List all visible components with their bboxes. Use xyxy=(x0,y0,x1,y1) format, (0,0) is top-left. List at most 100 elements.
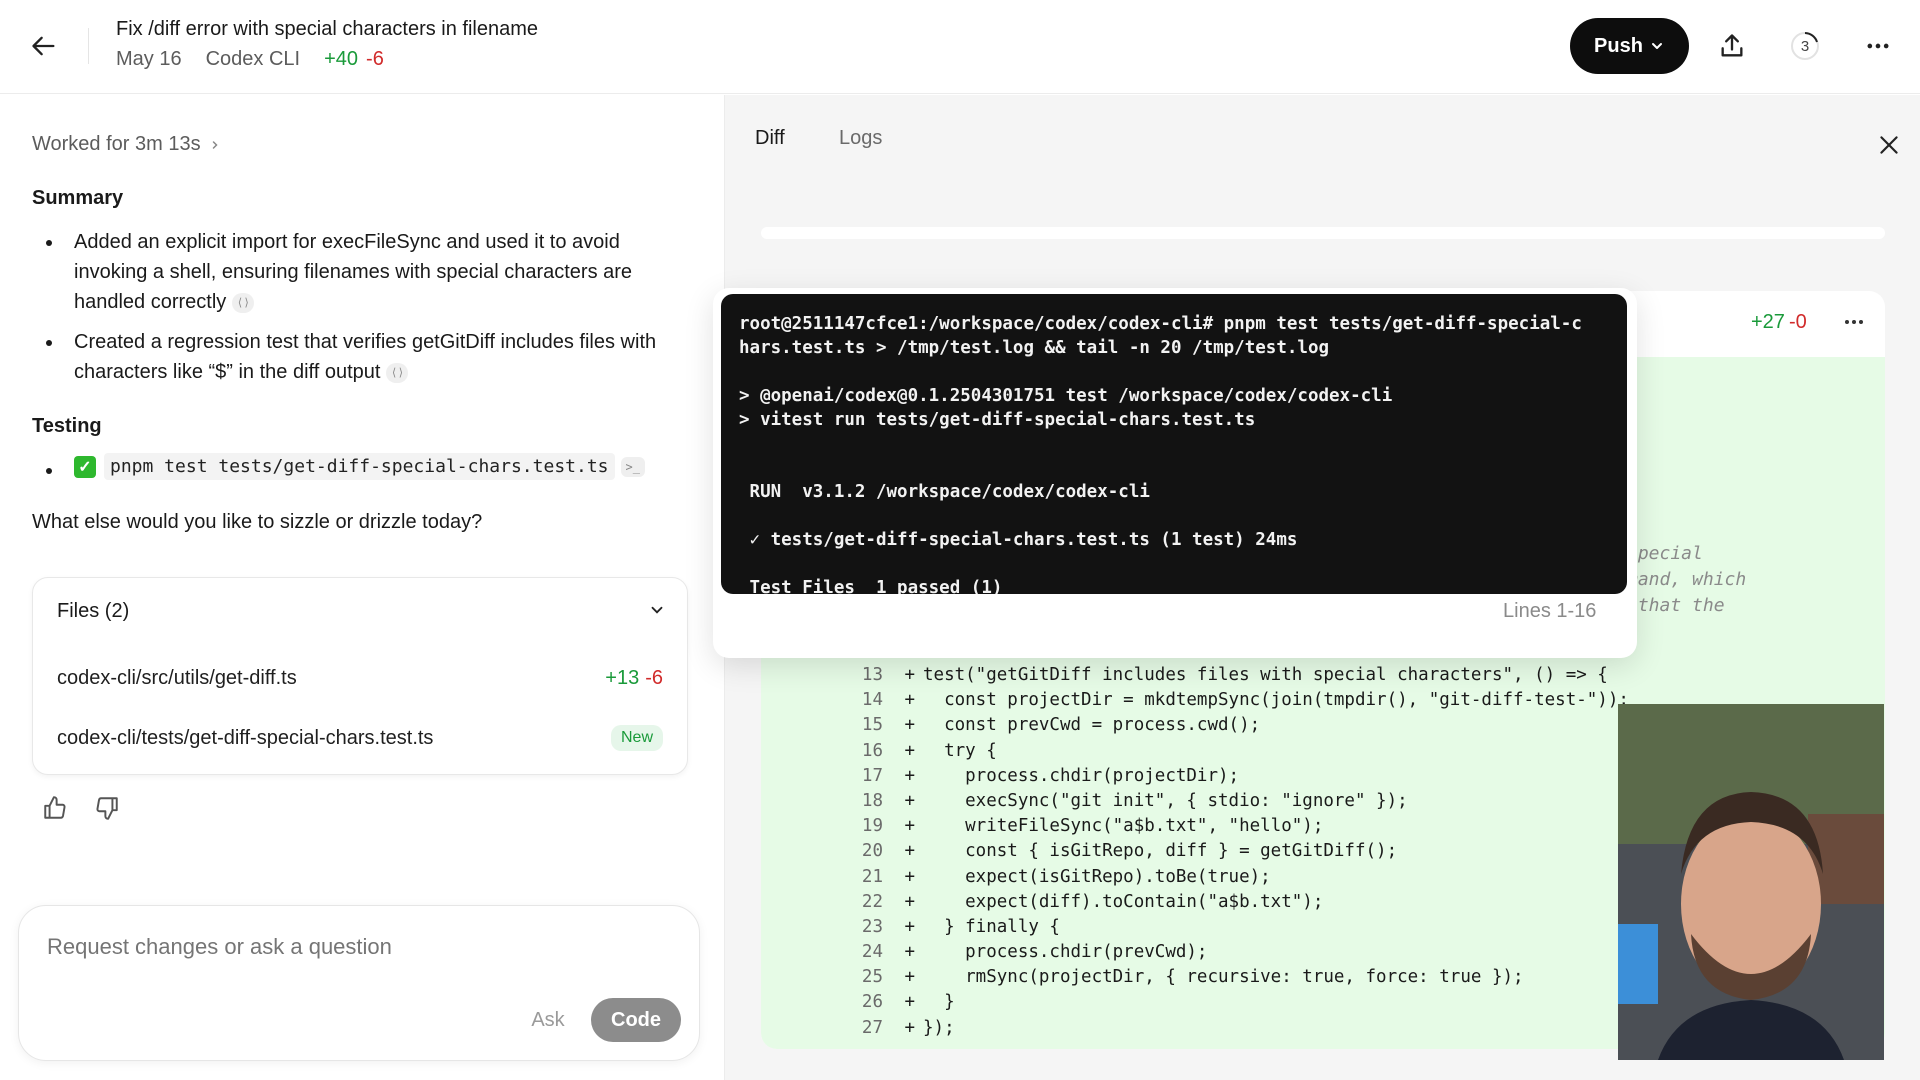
chevron-down-icon xyxy=(1651,43,1662,49)
code-button[interactable]: Code xyxy=(591,998,681,1042)
added-marker: + xyxy=(904,942,915,963)
terminal-line: ✓ tests/get-diff-special-chars.test.ts (… xyxy=(739,530,1298,550)
terminal-popover: root@2511147cfce1:/workspace/codex/codex… xyxy=(713,288,1637,658)
file-path: codex-cli/src/utils/get-diff.ts xyxy=(57,666,297,689)
ask-button[interactable]: Ask xyxy=(513,998,583,1042)
more-horizontal-icon xyxy=(1845,320,1863,324)
added-marker: + xyxy=(904,916,915,937)
files-collapse-button[interactable] xyxy=(645,598,669,622)
added-marker: + xyxy=(904,715,915,736)
header: Fix /diff error with special characters … xyxy=(0,0,1920,94)
check-mark-icon: ✓ xyxy=(74,455,96,478)
terminal-line: > vitest run tests/get-diff-special-char… xyxy=(739,410,1256,430)
diff-additions: +27 xyxy=(1751,311,1785,333)
request-input-card: Ask Code xyxy=(18,905,700,1061)
line-number: 17 xyxy=(861,765,883,786)
task-count: 3 xyxy=(1800,37,1810,55)
line-number: 27 xyxy=(861,1017,883,1038)
code-text: }); xyxy=(923,1017,955,1038)
terminal-icon[interactable]: >_ xyxy=(620,456,645,477)
lines-range-label: Lines 1-16 xyxy=(1503,600,1597,622)
added-marker: + xyxy=(904,790,915,811)
diff-file-stat: +27 -0 xyxy=(1751,311,1807,334)
file-row[interactable]: codex-cli/src/utils/get-diff.ts +13 -6 xyxy=(33,650,687,706)
new-badge: New xyxy=(610,725,663,751)
summary-item-text: Added an explicit import for execFileSyn… xyxy=(74,231,633,313)
comment-line: that the xyxy=(1627,595,1725,616)
line-number: 26 xyxy=(861,992,883,1013)
citation-icon[interactable]: ⟨⟩ xyxy=(386,362,409,383)
line-number: 21 xyxy=(861,866,883,887)
task-count-button[interactable]: 3 xyxy=(1785,26,1825,66)
task-title: Fix /diff error with special characters … xyxy=(116,18,539,40)
line-number: 22 xyxy=(861,891,883,912)
terminal-line: hars.test.ts > /tmp/test.log && tail -n … xyxy=(739,338,1330,358)
code-text: rmSync(projectDir, { recursive: true, fo… xyxy=(923,967,1524,988)
thumbs-down-button[interactable] xyxy=(94,795,124,825)
code-text: } finally { xyxy=(923,916,1060,937)
test-result: ✓ pnpm test tests/get-diff-special-chars… xyxy=(32,453,645,480)
push-button[interactable]: Push xyxy=(1570,18,1689,74)
added-marker: + xyxy=(904,765,915,786)
code-text: } xyxy=(923,992,955,1013)
line-number: 19 xyxy=(861,816,883,837)
added-marker: + xyxy=(904,665,915,685)
terminal-line: root@2511147cfce1:/workspace/codex/codex… xyxy=(739,314,1582,334)
code-text: execSync("git init", { stdio: "ignore" }… xyxy=(923,790,1408,811)
more-horizontal-icon xyxy=(1867,43,1889,49)
share-button[interactable] xyxy=(1712,26,1752,66)
task-source: Codex CLI xyxy=(205,48,301,70)
file-stat: +13 -6 xyxy=(605,667,663,690)
terminal-output: root@2511147cfce1:/workspace/codex/codex… xyxy=(721,294,1627,594)
worked-label: Worked for 3m 13s xyxy=(32,133,201,155)
line-number: 23 xyxy=(861,916,883,937)
tab-diff[interactable]: Diff xyxy=(755,127,785,150)
back-button[interactable] xyxy=(24,26,64,66)
diff-more-button[interactable] xyxy=(1839,309,1869,335)
files-heading: Files (2) xyxy=(57,600,130,622)
line-number: 20 xyxy=(861,841,883,862)
worked-duration[interactable]: Worked for 3m 13s xyxy=(32,133,221,156)
added-marker: + xyxy=(904,816,915,837)
task-changes: +40 -6 xyxy=(324,48,384,71)
horizontal-scrollbar[interactable] xyxy=(761,227,1885,239)
thumbs-up-icon xyxy=(44,796,66,819)
file-additions: +13 xyxy=(605,666,640,689)
testing-heading: Testing xyxy=(32,415,102,437)
citation-icon[interactable]: ⟨⟩ xyxy=(232,292,255,313)
more-options-button[interactable] xyxy=(1858,26,1898,66)
thumbs-down-icon xyxy=(96,797,118,820)
close-panel-button[interactable] xyxy=(1873,129,1905,161)
code-text: expect(diff).toContain("a$b.txt"); xyxy=(923,891,1324,912)
line-number: 16 xyxy=(861,740,883,761)
code-comment-fragment: special mand, which that the xyxy=(1627,541,1746,619)
file-row[interactable]: codex-cli/tests/get-diff-special-chars.t… xyxy=(33,710,687,766)
summary-item: Added an explicit import for execFileSyn… xyxy=(32,227,692,317)
task-meta: May 16 Codex CLI +40 -6 xyxy=(116,48,384,71)
added-marker: + xyxy=(904,967,915,988)
diff-line: 13 + test("getGitDiff includes files with … xyxy=(761,663,1885,688)
added-marker: + xyxy=(904,866,915,887)
terminal-line: > @openai/codex@0.1.2504301751 test /wor… xyxy=(739,386,1393,406)
request-input[interactable] xyxy=(47,934,667,960)
terminal-line: RUN v3.1.2 /workspace/codex/codex-cli xyxy=(739,482,1150,502)
diff-deletions: -0 xyxy=(1788,311,1807,333)
added-marker: + xyxy=(904,891,915,912)
tab-logs[interactable]: Logs xyxy=(839,127,882,150)
file-path: codex-cli/tests/get-diff-special-chars.t… xyxy=(57,726,434,749)
webcam-overlay xyxy=(1618,704,1884,1060)
test-command: pnpm test tests/get-diff-special-chars.t… xyxy=(104,453,615,480)
summary-item: Created a regression test that verifies … xyxy=(32,327,692,387)
header-divider xyxy=(88,28,89,64)
additions-count: +40 xyxy=(324,48,359,70)
line-number: 13 xyxy=(861,665,883,685)
thumbs-up-button[interactable] xyxy=(42,795,72,825)
line-number: 18 xyxy=(861,790,883,811)
code-text: writeFileSync("a$b.txt", "hello"); xyxy=(923,816,1324,837)
added-marker: + xyxy=(904,740,915,761)
line-number: 15 xyxy=(861,715,883,736)
